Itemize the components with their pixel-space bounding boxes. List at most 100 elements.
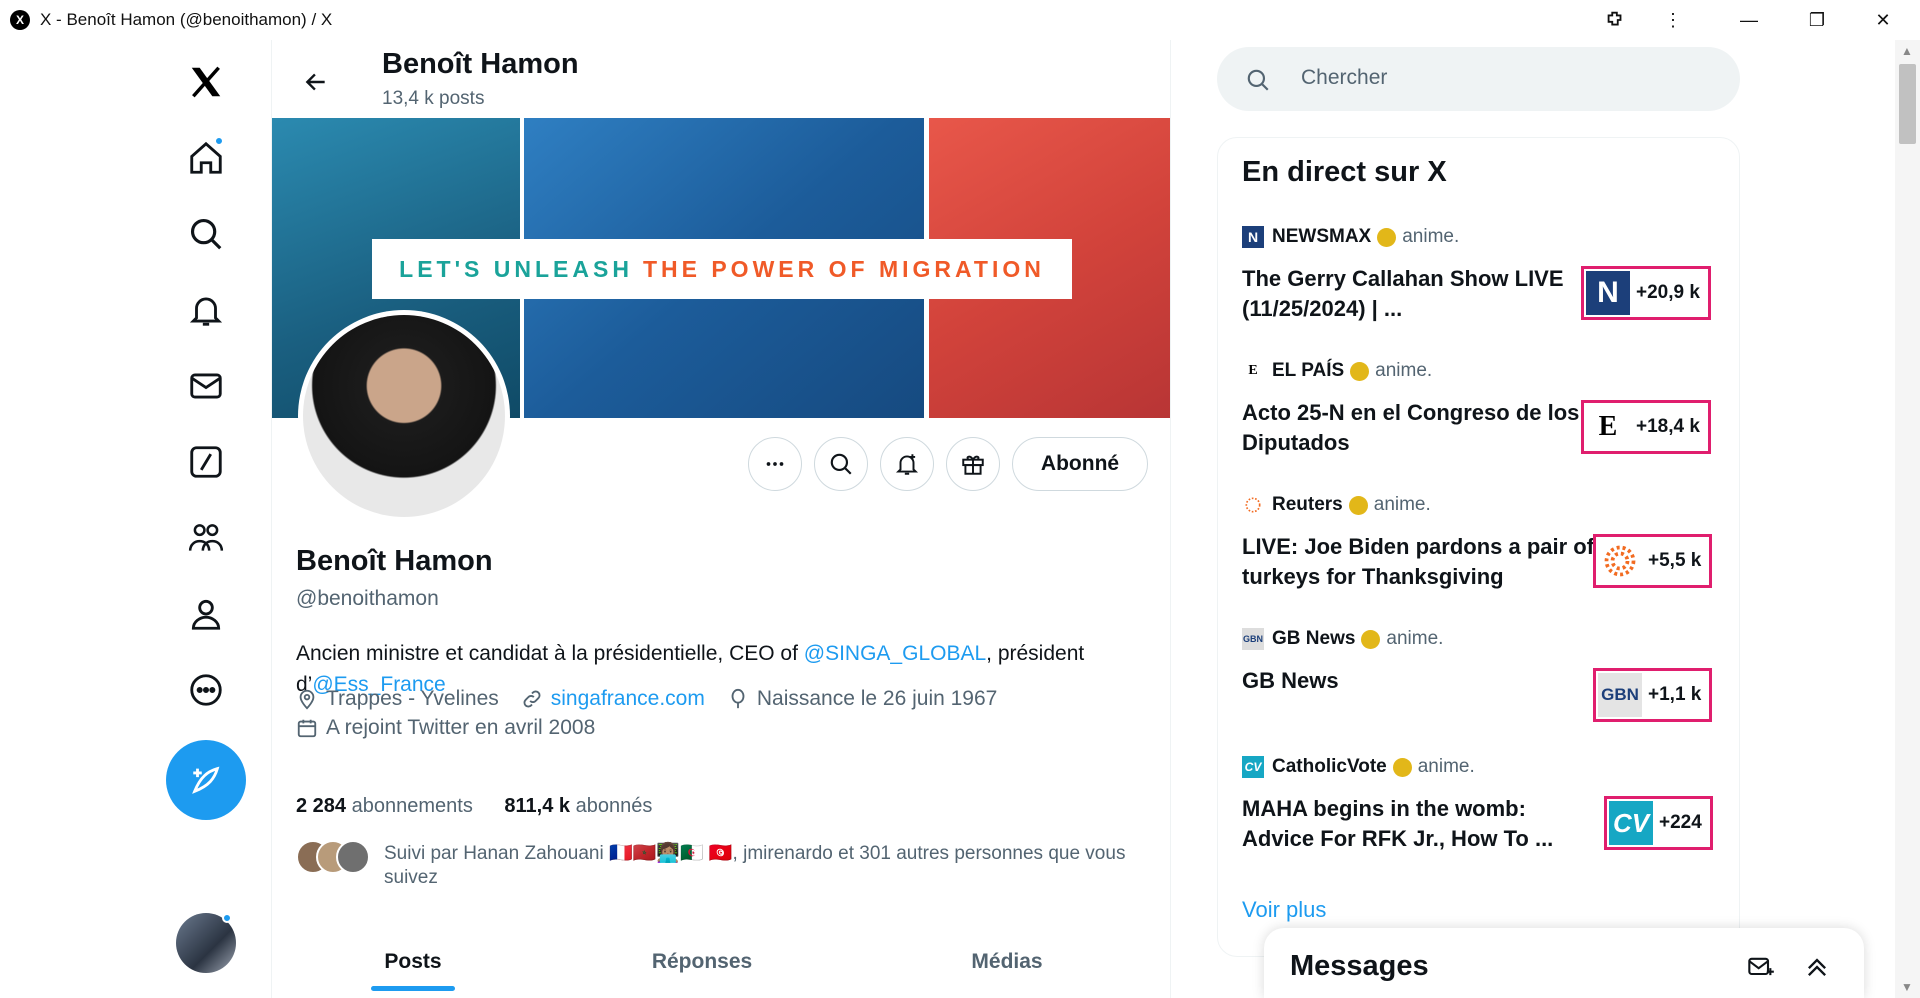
followers-count: 811,4 k — [504, 795, 571, 817]
live-listener-badge: N +20,9 k — [1581, 266, 1711, 320]
live-listener-count: +20,9 k — [1636, 282, 1700, 303]
live-source: GB News — [1272, 628, 1356, 649]
see-more-link[interactable]: Voir plus — [1242, 897, 1326, 923]
profile-column: Benoît Hamon 13,4 k posts LET'S UNLEASH … — [271, 40, 1171, 998]
messages-envelope-icon[interactable] — [180, 360, 232, 412]
search-bar[interactable]: Chercher — [1217, 47, 1740, 111]
search-icon — [1247, 69, 1269, 91]
live-hosting-label: anime. — [1375, 360, 1433, 381]
scroll-down-arrow-icon[interactable]: ▼ — [1901, 980, 1913, 994]
live-title: Acto 25-N en el Congreso de los Diputado… — [1242, 400, 1580, 455]
search-icon[interactable] — [180, 208, 232, 260]
el-pais-logo-icon: E — [1248, 363, 1258, 378]
followers-stat[interactable]: 811,4 k abonnés — [504, 795, 652, 817]
minimize-button[interactable]: — — [1732, 6, 1766, 34]
close-window-button[interactable]: ✕ — [1866, 6, 1900, 34]
profile-icon[interactable] — [180, 588, 232, 640]
page-scrollbar[interactable]: ▲ ▼ — [1895, 40, 1920, 998]
gift-icon — [962, 455, 984, 475]
active-tab-indicator — [371, 986, 455, 991]
live-hosting-label: anime. — [1373, 494, 1431, 515]
verified-badge-icon — [1392, 757, 1412, 777]
live-listener-badge: E +18,4 k — [1581, 400, 1711, 454]
banner-slogan-part2: THE POWER OF MIGRATION — [642, 255, 1045, 282]
followers-label: abonnés — [575, 795, 653, 817]
bio-link-singa[interactable]: @SINGA_GLOBAL — [804, 642, 986, 665]
tab-media[interactable]: Médias — [952, 942, 1062, 998]
live-source: EL PAÍS — [1272, 360, 1345, 381]
more-vertical-icon[interactable]: ⋮ — [1656, 6, 1690, 34]
scrollbar-thumb[interactable] — [1899, 64, 1916, 144]
expand-chevrons-icon[interactable] — [1800, 950, 1834, 984]
following-stat[interactable]: 2 284 abonnements — [296, 795, 473, 817]
reuters-thumbnail-icon — [1598, 539, 1642, 583]
live-listener-count: +1,1 k — [1648, 684, 1702, 705]
reuters-logo-icon — [1242, 494, 1264, 516]
followed-by-text: Suivi par Hanan Zahouani 🇫🇷🇲🇦👩🏽‍💻🇩🇿 🇹🇳, … — [384, 843, 1126, 888]
calendar-icon — [297, 719, 317, 738]
live-item[interactable]: CV CatholicVote anime. MAHA begins in th… — [1242, 756, 1722, 866]
profile-birthday: Naissance le 26 juin 1967 — [756, 687, 998, 710]
window-title: X - Benoît Hamon (@benoithamon) / X — [40, 10, 333, 29]
live-item[interactable]: Reuters anime. LIVE: Joe Biden pardons a… — [1242, 494, 1722, 594]
profile-joined-date: A rejoint Twitter en avril 2008 — [326, 716, 596, 739]
live-listener-count: +5,5 k — [1648, 550, 1702, 571]
profile-stats: 2 284 abonnements 811,4 k abonnés — [296, 795, 652, 818]
catholicvote-logo-icon: CV — [1242, 756, 1264, 778]
x-home-logo-icon[interactable] — [180, 56, 232, 108]
catholicvote-thumbnail-icon: CV — [1609, 801, 1653, 845]
search-icon — [830, 453, 852, 475]
live-listener-count: +224 — [1659, 812, 1702, 833]
communities-icon[interactable] — [180, 512, 232, 564]
bell-plus-icon — [895, 454, 919, 475]
search-profile-button[interactable] — [814, 437, 868, 491]
following-button[interactable]: Abonné — [1012, 437, 1148, 491]
notification-dot — [214, 136, 224, 146]
search-placeholder[interactable]: Chercher — [1301, 66, 1387, 90]
live-title: MAHA begins in the womb: Advice For RFK … — [1242, 796, 1554, 851]
live-item[interactable]: E EL PAÍS anime. Acto 25-N en el Congres… — [1242, 360, 1722, 460]
profile-handle: @benoithamon — [296, 587, 439, 610]
account-avatar[interactable] — [176, 913, 236, 973]
live-item[interactable]: GBN GB News anime. GB News GBN +1,1 k — [1242, 628, 1722, 728]
banner-slogan: LET'S UNLEASH THE POWER OF MIGRATION — [372, 239, 1072, 299]
link-icon — [523, 690, 541, 708]
newsmax-logo-icon: N — [1242, 226, 1264, 248]
back-arrow-icon[interactable] — [296, 62, 336, 102]
live-hosting-label: anime. — [1402, 226, 1460, 247]
header-name: Benoît Hamon — [382, 48, 579, 80]
home-icon[interactable] — [180, 132, 232, 184]
profile-tabs: Posts Réponses Médias — [272, 942, 1170, 998]
bio-text: Ancien ministre et candidat à la préside… — [296, 642, 804, 665]
notify-button[interactable] — [880, 437, 934, 491]
profile-website-link[interactable]: singafrance.com — [551, 687, 705, 711]
grok-icon[interactable] — [180, 436, 232, 488]
notifications-bell-icon[interactable] — [180, 284, 232, 336]
following-count: 2 284 — [296, 795, 347, 817]
restore-button[interactable]: ❐ — [1800, 6, 1834, 34]
left-navigation — [150, 40, 260, 998]
gift-button[interactable] — [946, 437, 1000, 491]
live-listener-badge: GBN +1,1 k — [1593, 668, 1713, 722]
live-title: LIVE: Joe Biden pardons a pair of turkey… — [1242, 534, 1595, 589]
more-button[interactable] — [748, 437, 802, 491]
verified-badge-icon — [1348, 495, 1368, 515]
tab-replies[interactable]: Réponses — [632, 942, 772, 998]
following-label: abonnements — [351, 795, 473, 817]
header-posts-count: 13,4 k posts — [382, 88, 485, 109]
scroll-up-arrow-icon[interactable]: ▲ — [1901, 44, 1913, 58]
follower-avatar — [336, 840, 370, 874]
live-item[interactable]: N NEWSMAX anime. The Gerry Callahan Show… — [1242, 226, 1722, 326]
compose-post-button[interactable] — [166, 740, 246, 820]
new-message-icon[interactable] — [1744, 950, 1778, 984]
window-titlebar: X X - Benoît Hamon (@benoithamon) / X ⋮ … — [0, 0, 1920, 40]
ellipsis-icon — [766, 462, 784, 466]
profile-avatar[interactable] — [298, 310, 510, 522]
live-source: CatholicVote — [1272, 756, 1387, 777]
live-on-x-panel: En direct sur X N NEWSMAX anime. The Ger… — [1217, 137, 1740, 957]
account-notification-dot — [222, 913, 232, 923]
messages-drawer[interactable]: Messages — [1264, 928, 1864, 998]
extensions-icon[interactable] — [1598, 6, 1632, 34]
more-options-icon[interactable] — [180, 664, 232, 716]
live-listener-badge: CV +224 — [1604, 796, 1713, 850]
